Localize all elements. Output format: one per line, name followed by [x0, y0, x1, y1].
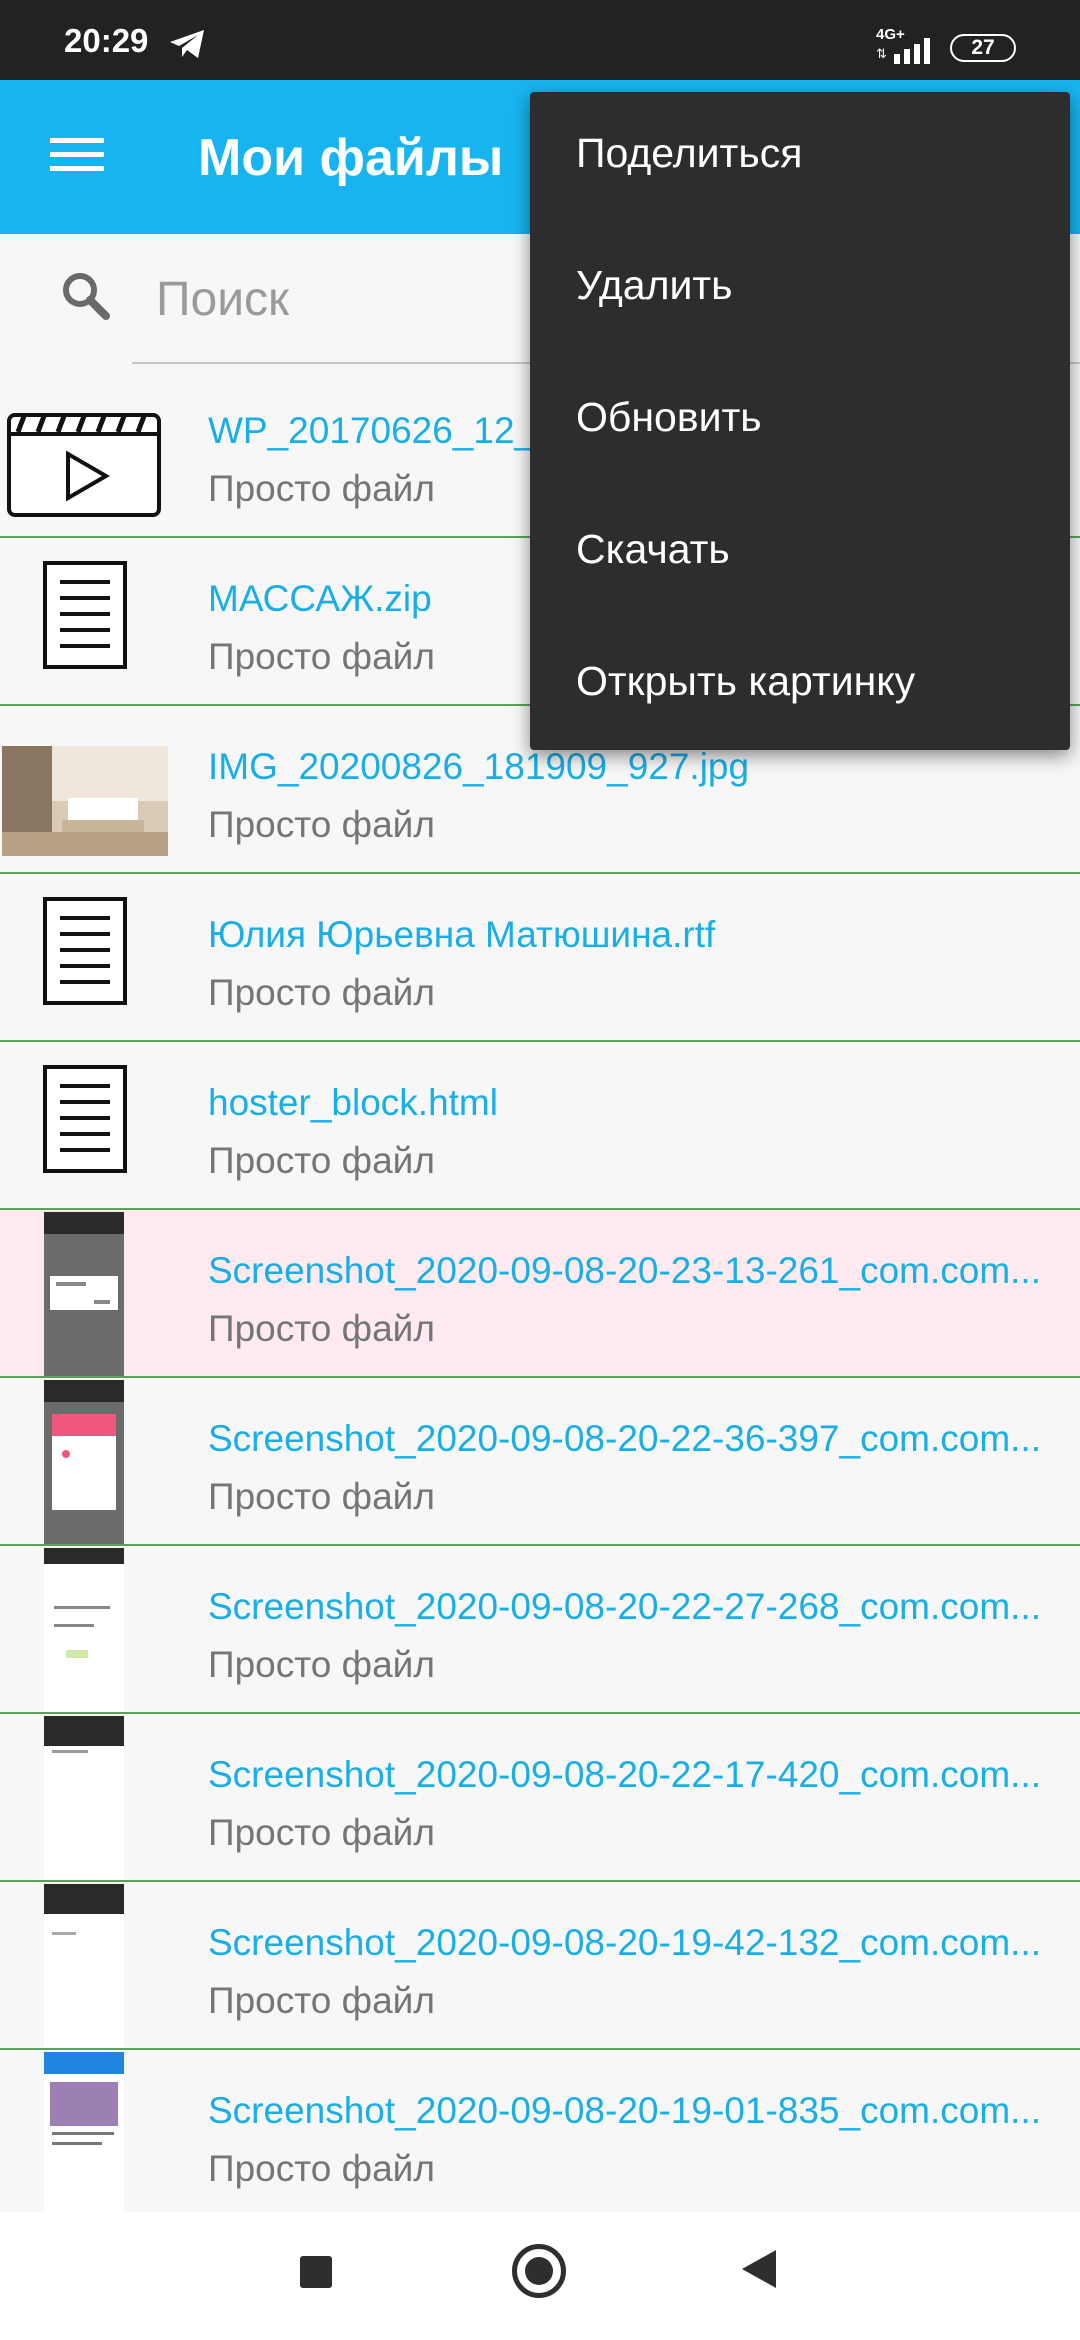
screenshot-thumbnail: [44, 2052, 124, 2216]
screenshot-thumbnail: [44, 1884, 124, 2048]
screenshot-thumbnail: [44, 1212, 124, 1376]
file-name[interactable]: hoster_block.html: [208, 1082, 1068, 1124]
telegram-icon: [170, 30, 204, 58]
file-name[interactable]: Screenshot_2020-09-08-20-22-17-420_com.c…: [208, 1754, 1068, 1796]
page-title: Мои файлы: [198, 129, 504, 187]
file-type: Просто файл: [208, 1308, 435, 1349]
file-type: Просто файл: [208, 1980, 435, 2021]
navigation-bar: [0, 2212, 1080, 2340]
battery-icon: 27: [950, 34, 1016, 62]
file-type: Просто файл: [208, 804, 435, 845]
menu-item-share[interactable]: Поделиться: [576, 130, 802, 177]
search-input[interactable]: Поиск: [156, 272, 289, 327]
data-arrows-icon: ⇅: [876, 46, 887, 61]
file-name[interactable]: Screenshot_2020-09-08-20-23-13-261_com.c…: [208, 1250, 1068, 1292]
file-row[interactable]: Screenshot_2020-09-08-20-22-36-397_com.c…: [0, 1378, 1080, 1546]
signal-icon: 4G+ ⇅: [876, 26, 938, 64]
search-icon[interactable]: [58, 268, 114, 324]
file-type: Просто файл: [208, 1644, 435, 1685]
file-type: Просто файл: [208, 1812, 435, 1853]
menu-item-delete[interactable]: Удалить: [576, 262, 733, 309]
hamburger-icon[interactable]: [50, 138, 104, 178]
screenshot-thumbnail: [44, 1548, 124, 1712]
file-name[interactable]: Screenshot_2020-09-08-20-22-36-397_com.c…: [208, 1418, 1068, 1460]
file-row[interactable]: hoster_block.html Просто файл: [0, 1042, 1080, 1210]
file-type: Просто файл: [208, 972, 435, 1013]
document-icon: [43, 1065, 127, 1173]
file-row-selected[interactable]: Screenshot_2020-09-08-20-23-13-261_com.c…: [0, 1210, 1080, 1378]
menu-item-download[interactable]: Скачать: [576, 526, 730, 573]
back-icon[interactable]: [742, 2250, 776, 2288]
file-type: Просто файл: [208, 1140, 435, 1181]
photo-thumbnail: [2, 746, 168, 856]
signal-bars-icon: [894, 38, 930, 64]
file-name[interactable]: Screenshot_2020-09-08-20-19-01-835_com.c…: [208, 2090, 1068, 2132]
file-row[interactable]: Screenshot_2020-09-08-20-22-17-420_com.c…: [0, 1714, 1080, 1882]
document-icon: [43, 897, 127, 1005]
file-type: Просто файл: [208, 2148, 435, 2189]
menu-item-open-image[interactable]: Открыть картинку: [576, 658, 915, 705]
video-icon: [7, 413, 161, 517]
file-row[interactable]: Screenshot_2020-09-08-20-19-42-132_com.c…: [0, 1882, 1080, 2050]
file-type: Просто файл: [208, 636, 435, 677]
document-icon: [43, 561, 127, 669]
file-row[interactable]: Screenshot_2020-09-08-20-19-01-835_com.c…: [0, 2050, 1080, 2218]
battery-level: 27: [971, 36, 995, 59]
file-row[interactable]: Screenshot_2020-09-08-20-22-27-268_com.c…: [0, 1546, 1080, 1714]
file-row[interactable]: Юлия Юрьевна Матюшина.rtf Просто файл: [0, 874, 1080, 1042]
recents-icon[interactable]: [300, 2256, 332, 2288]
screenshot-thumbnail: [44, 1716, 124, 1880]
file-type: Просто файл: [208, 468, 435, 509]
file-name[interactable]: Юлия Юрьевна Матюшина.rtf: [208, 914, 1068, 956]
menu-item-refresh[interactable]: Обновить: [576, 394, 762, 441]
status-time: 20:29: [64, 22, 149, 59]
file-name[interactable]: Screenshot_2020-09-08-20-19-42-132_com.c…: [208, 1922, 1068, 1964]
file-name[interactable]: Screenshot_2020-09-08-20-22-27-268_com.c…: [208, 1586, 1068, 1628]
status-bar: 20:29 4G+ ⇅ 27: [0, 0, 1080, 80]
home-icon[interactable]: [512, 2244, 566, 2298]
screenshot-thumbnail: [44, 1380, 124, 1544]
file-type: Просто файл: [208, 1476, 435, 1517]
context-menu: Поделиться Удалить Обновить Скачать Откр…: [530, 92, 1070, 750]
file-name[interactable]: IMG_20200826_181909_927.jpg: [208, 746, 1068, 788]
